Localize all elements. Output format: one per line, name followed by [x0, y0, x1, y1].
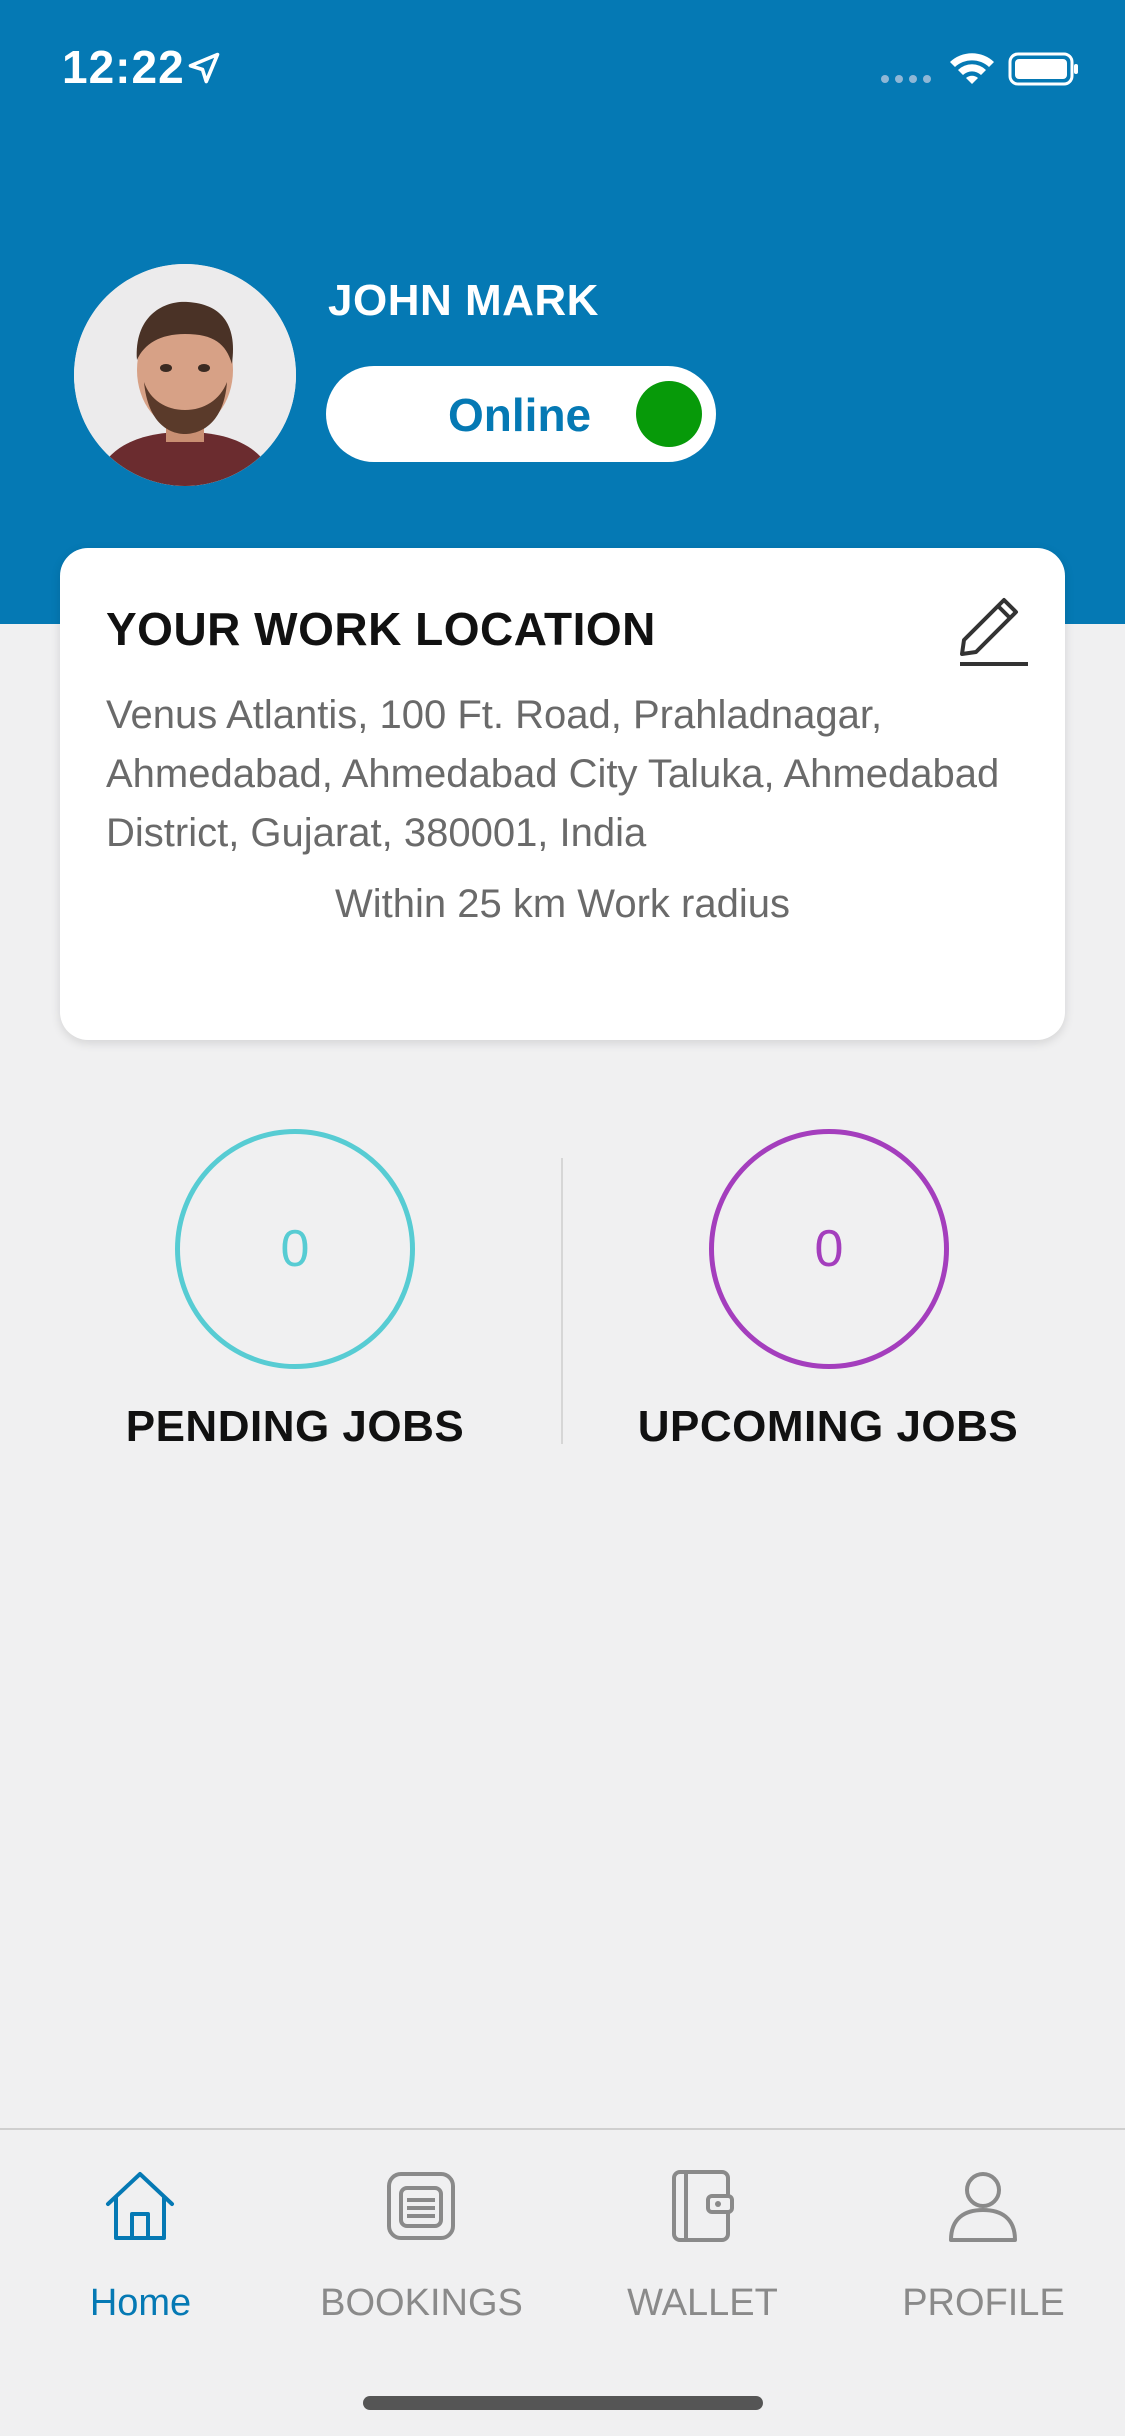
- home-icon: [106, 2172, 174, 2240]
- tab-bookings-label: BOOKINGS: [320, 2282, 523, 2324]
- upcoming-jobs-count[interactable]: 0: [709, 1129, 949, 1369]
- signal-icon: [881, 75, 931, 83]
- tab-profile[interactable]: PROFILE: [843, 2130, 1124, 2370]
- wifi-icon: [950, 53, 994, 84]
- bookings-icon: [387, 2172, 455, 2240]
- wallet-icon: [672, 2170, 734, 2242]
- work-location-title: YOUR WORK LOCATION: [106, 603, 656, 655]
- tab-wallet-label: WALLET: [627, 2282, 778, 2324]
- user-name: JOHN MARK: [328, 276, 599, 325]
- stats-divider: [561, 1158, 563, 1444]
- upcoming-jobs-label: UPCOMING JOBS: [637, 1402, 1019, 1451]
- pending-jobs-label: PENDING JOBS: [125, 1402, 465, 1451]
- work-address: Venus Atlantis, 100 Ft. Road, Prahladnag…: [106, 693, 1000, 855]
- tab-home[interactable]: Home: [0, 2130, 281, 2370]
- home-indicator: [363, 2396, 763, 2410]
- online-status-toggle[interactable]: Online: [326, 366, 716, 462]
- tab-home-label: Home: [89, 2282, 192, 2324]
- work-location-card: YOUR WORK LOCATION Venus Atlantis, 100 F…: [60, 548, 1065, 1040]
- work-radius: Within 25 km Work radius: [335, 882, 790, 926]
- person-icon: [949, 2172, 1017, 2242]
- battery-icon: [1008, 52, 1078, 86]
- tab-bar: Home BOOKINGS WALLET PROFILE: [0, 2128, 1125, 2436]
- pencil-icon[interactable]: [950, 580, 1038, 668]
- tab-bookings[interactable]: BOOKINGS: [281, 2130, 562, 2370]
- avatar-photo: [74, 264, 296, 486]
- status-time: 12:22: [62, 41, 185, 93]
- pending-jobs-count[interactable]: 0: [175, 1129, 415, 1369]
- location-arrow-icon: [188, 52, 220, 84]
- status-indicator-icon: [636, 381, 702, 447]
- status-bar: 12:22: [0, 0, 1125, 140]
- avatar[interactable]: [74, 264, 296, 486]
- online-status-label: Online: [448, 389, 592, 441]
- upcoming-jobs-value: 0: [814, 1220, 844, 1278]
- pending-jobs-value: 0: [280, 1220, 310, 1278]
- profile-header: 12:22 JOHN MARK Online: [0, 0, 1125, 624]
- tab-profile-label: PROFILE: [902, 2282, 1065, 2324]
- tab-wallet[interactable]: WALLET: [562, 2130, 843, 2370]
